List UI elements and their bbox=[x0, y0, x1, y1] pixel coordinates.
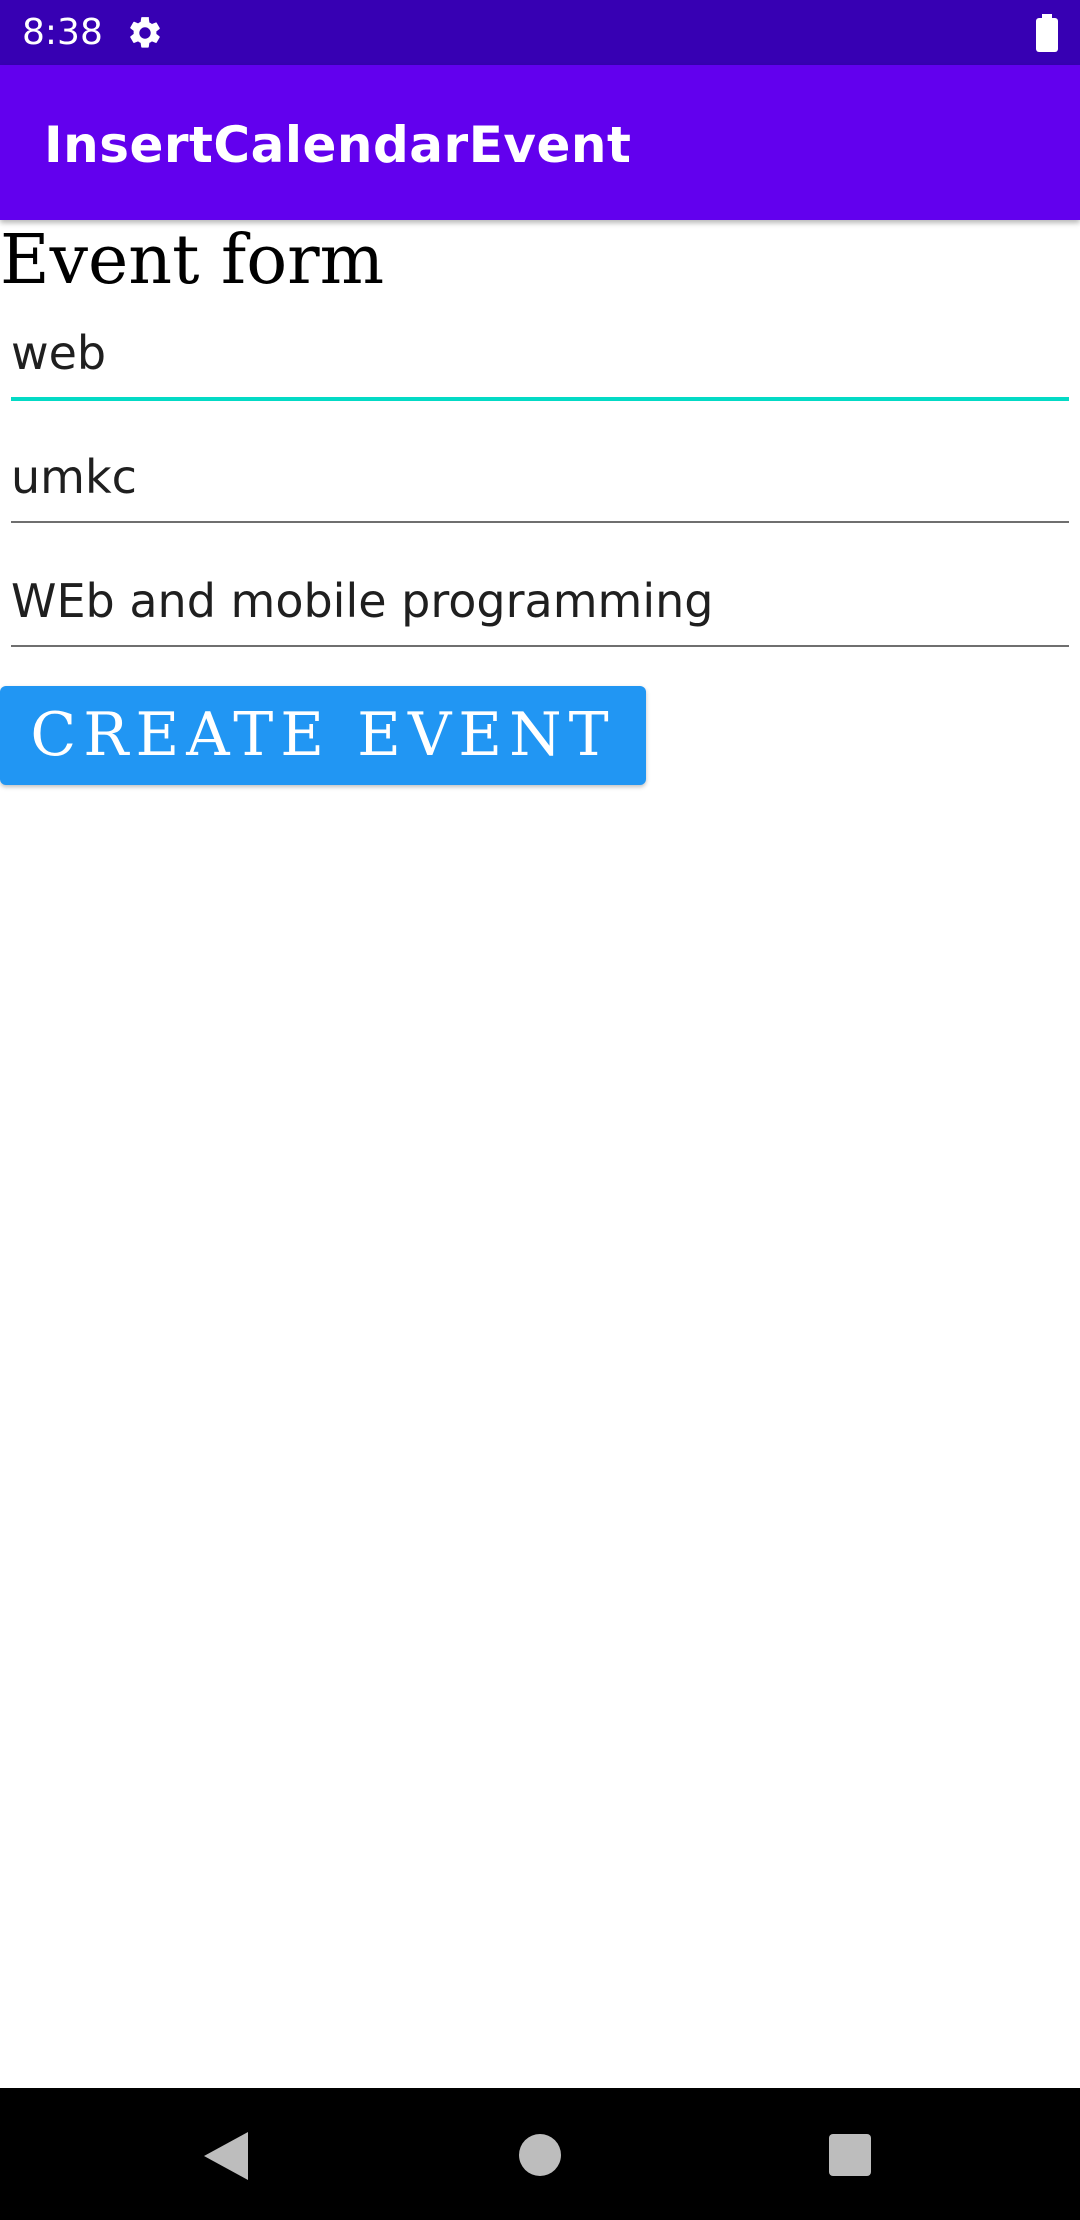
home-icon[interactable] bbox=[519, 2134, 561, 2176]
form-heading: Event form bbox=[0, 221, 385, 300]
event-title-field[interactable]: web bbox=[11, 300, 1069, 420]
app-title: InsertCalendarEvent bbox=[44, 116, 632, 174]
gear-icon bbox=[130, 17, 160, 48]
event-title-input[interactable]: web bbox=[11, 324, 106, 382]
event-description-input[interactable]: WEb and mobile programming bbox=[11, 572, 713, 630]
event-location-underline bbox=[11, 521, 1069, 523]
recents-icon[interactable] bbox=[829, 2134, 871, 2176]
event-description-underline bbox=[11, 645, 1069, 647]
screen: 8:38 InsertCalendarEvent Event form web … bbox=[0, 0, 1080, 2220]
status-bar: 8:38 bbox=[0, 0, 1080, 65]
event-description-field[interactable]: WEb and mobile programming bbox=[11, 548, 1069, 668]
status-time: 8:38 bbox=[22, 12, 103, 53]
event-location-field[interactable]: umkc bbox=[11, 424, 1069, 544]
battery-icon bbox=[1036, 14, 1058, 52]
event-location-input[interactable]: umkc bbox=[11, 448, 137, 506]
create-event-button[interactable]: CREATE EVENT bbox=[0, 686, 646, 785]
back-icon[interactable] bbox=[204, 2132, 248, 2180]
event-title-underline bbox=[11, 397, 1069, 401]
app-bar: InsertCalendarEvent bbox=[0, 65, 1080, 220]
navigation-bar bbox=[0, 2088, 1080, 2220]
